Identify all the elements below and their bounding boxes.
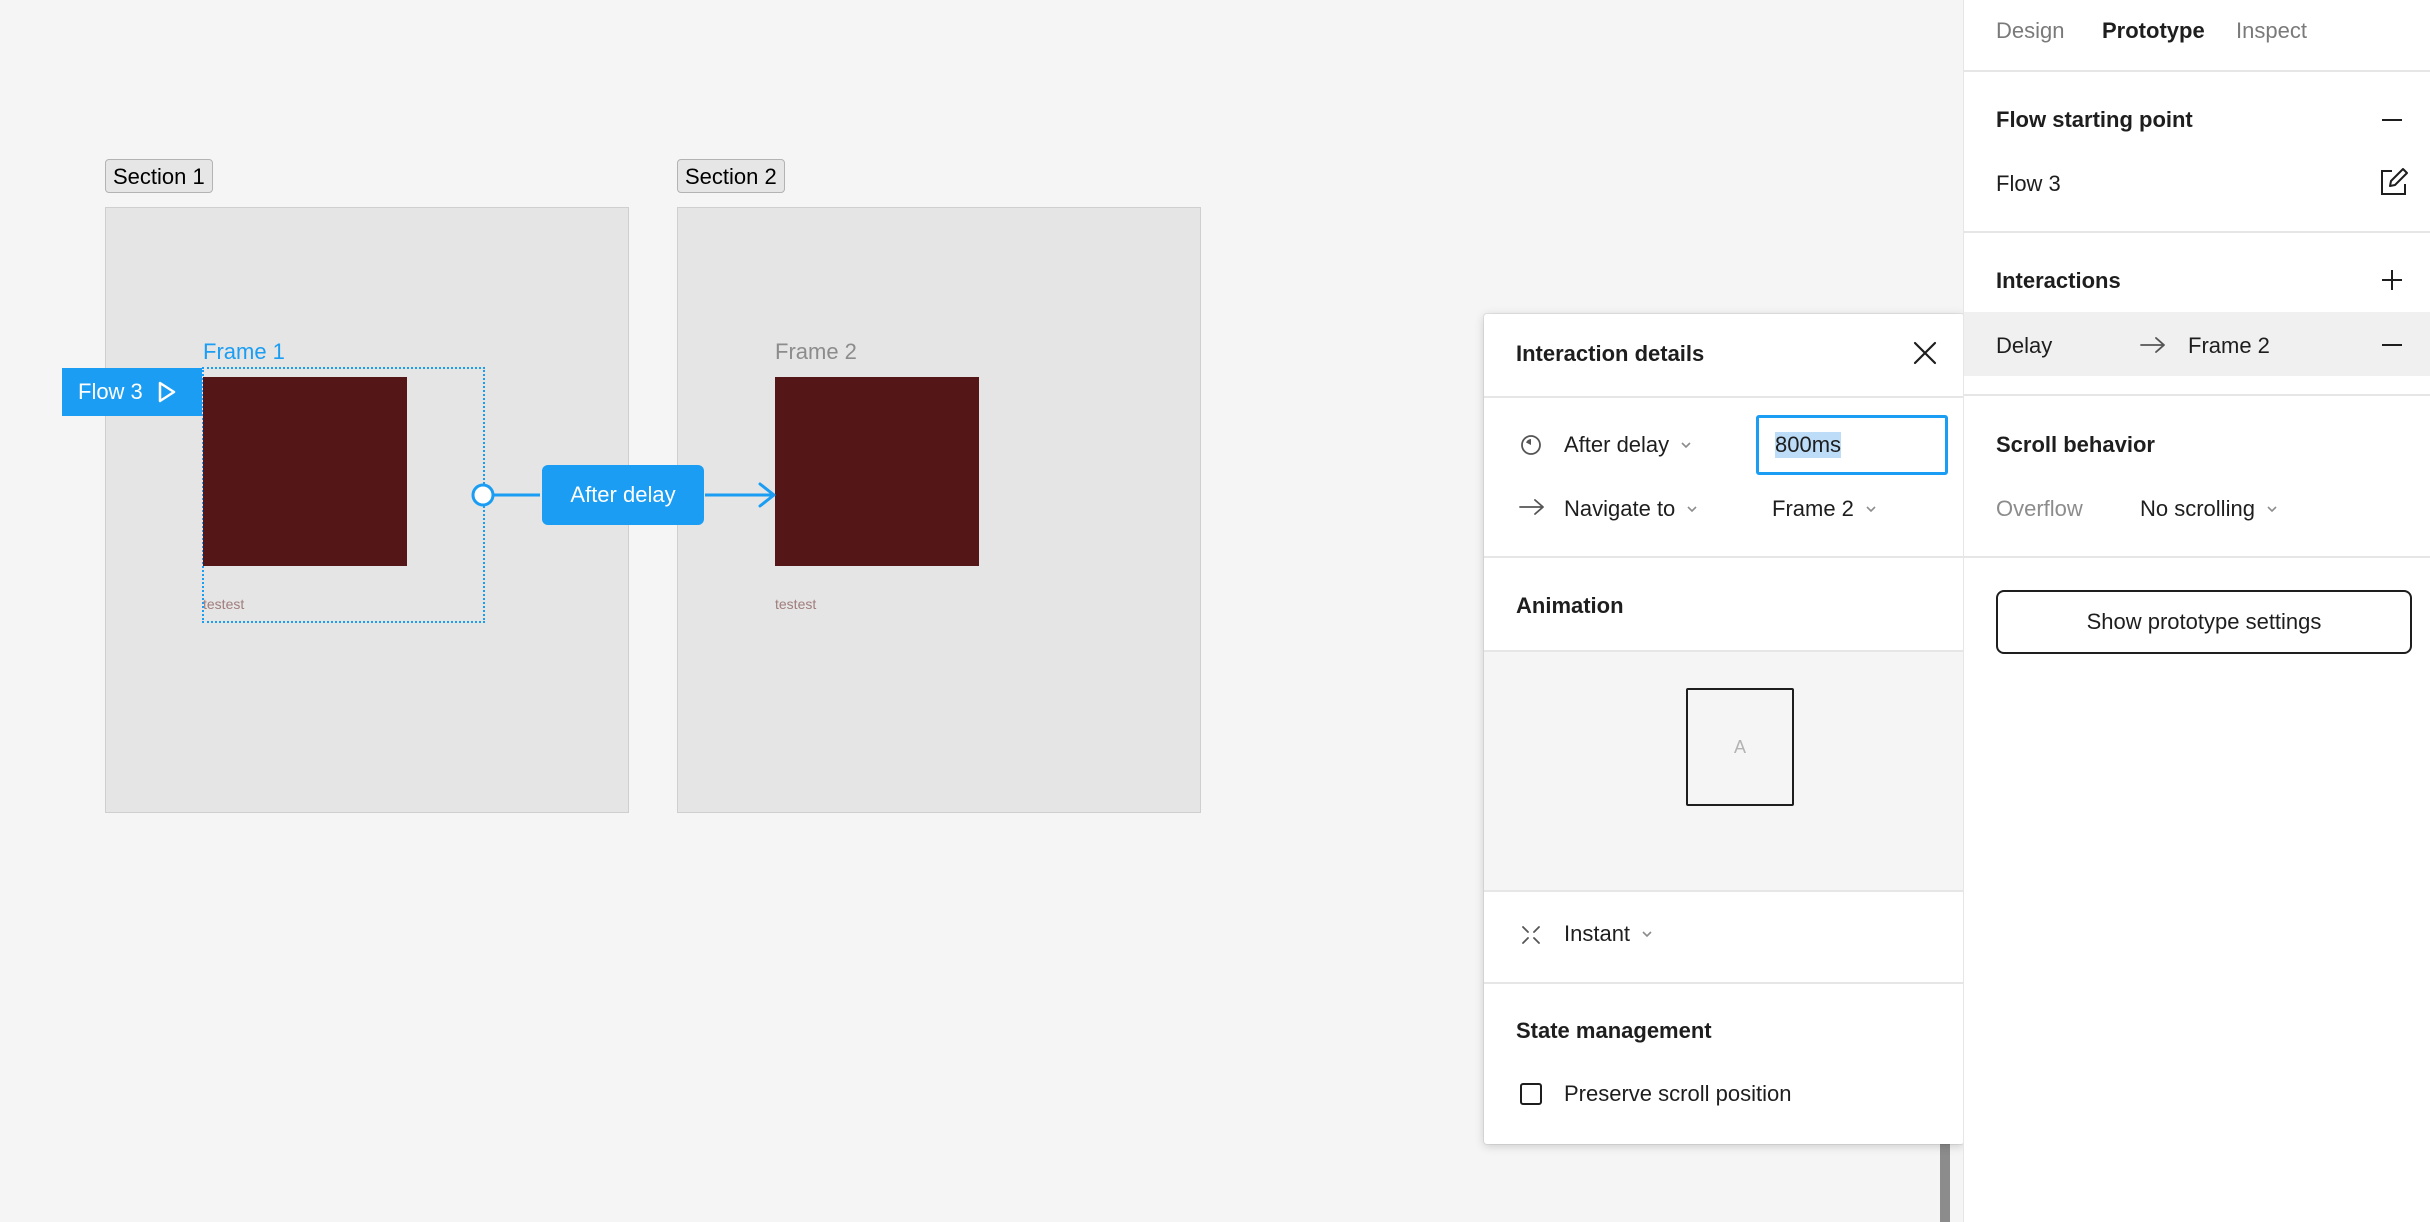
preserve-scroll-label[interactable]: Preserve scroll position <box>1564 1081 1791 1107</box>
frame-2-caption: testest <box>775 596 817 612</box>
delay-value: 800ms <box>1775 432 1842 458</box>
section-2-label[interactable]: Section 2 <box>677 159 785 193</box>
flow-tag-label: Flow 3 <box>78 379 143 404</box>
interaction-trigger: Delay <box>1996 333 2053 358</box>
popup-title: Interaction details <box>1516 341 1705 366</box>
connector-after-delay-pill[interactable]: After delay <box>542 465 704 525</box>
chevron-down-icon <box>1687 506 1697 513</box>
preserve-scroll-checkbox[interactable] <box>1520 1083 1542 1105</box>
frame-1-rectangle[interactable] <box>203 377 407 566</box>
trigger-label: After delay <box>1564 432 1670 457</box>
animation-heading: Animation <box>1516 593 1624 618</box>
action-dropdown[interactable]: Navigate to <box>1564 496 1699 522</box>
minus-icon[interactable] <box>2380 108 2404 132</box>
flow-start-tag[interactable]: Flow 3 <box>62 368 202 416</box>
interaction-target: Frame 2 <box>2188 333 2270 358</box>
destination-label: Frame 2 <box>1772 496 1854 521</box>
close-icon[interactable] <box>1912 340 1938 366</box>
animation-type-dropdown[interactable]: Instant <box>1564 921 1654 947</box>
plus-icon[interactable] <box>2380 268 2404 292</box>
canvas-scrollbar[interactable] <box>1940 1142 1950 1222</box>
arrow-right-icon <box>2140 337 2165 353</box>
overflow-value: No scrolling <box>2140 496 2255 521</box>
destination-dropdown[interactable]: Frame 2 <box>1772 496 1878 522</box>
clock-icon <box>1521 435 1541 455</box>
chevron-down-icon <box>1681 442 1691 449</box>
flow-start-heading: Flow starting point <box>1996 107 2193 132</box>
delay-input[interactable]: 800ms <box>1756 415 1948 475</box>
interaction-details-popup: Interaction details After delay 800ms Na… <box>1484 314 1964 1144</box>
frame-2-rectangle[interactable] <box>775 377 979 566</box>
overflow-dropdown[interactable]: No scrolling <box>2140 496 2279 522</box>
properties-panel: Design Prototype Inspect Flow starting p… <box>1963 0 2430 1222</box>
frame-1-label[interactable]: Frame 1 <box>203 339 285 365</box>
tab-inspect[interactable]: Inspect <box>2236 18 2307 44</box>
interactions-heading: Interactions <box>1996 268 2121 293</box>
chevron-down-icon <box>1866 506 1876 513</box>
flow-name[interactable]: Flow 3 <box>1996 171 2061 197</box>
animation-preview-frame: A <box>1686 688 1794 806</box>
animation-preview-letter: A <box>1733 736 1746 757</box>
chevron-down-icon <box>2267 506 2277 513</box>
tab-prototype[interactable]: Prototype <box>2102 18 2205 44</box>
frame-1-caption: testest <box>203 596 245 612</box>
play-icon[interactable] <box>157 381 177 403</box>
scroll-behavior-heading: Scroll behavior <box>1996 432 2155 457</box>
trigger-dropdown[interactable]: After delay <box>1564 432 1693 458</box>
chevron-down-icon <box>1642 931 1652 938</box>
instant-transition-icon <box>1522 926 1540 944</box>
overflow-label: Overflow <box>1996 496 2083 521</box>
edit-icon[interactable] <box>2378 166 2410 198</box>
state-management-heading: State management <box>1516 1018 1712 1043</box>
action-label: Navigate to <box>1564 496 1676 521</box>
arrow-right-icon <box>1519 499 1544 515</box>
minus-icon[interactable] <box>2380 333 2404 357</box>
show-prototype-settings-button[interactable]: Show prototype settings <box>1996 590 2412 654</box>
animation-type-label: Instant <box>1564 921 1631 946</box>
section-1-label[interactable]: Section 1 <box>105 159 213 193</box>
tab-design[interactable]: Design <box>1996 18 2064 44</box>
frame-2-label[interactable]: Frame 2 <box>775 339 857 365</box>
